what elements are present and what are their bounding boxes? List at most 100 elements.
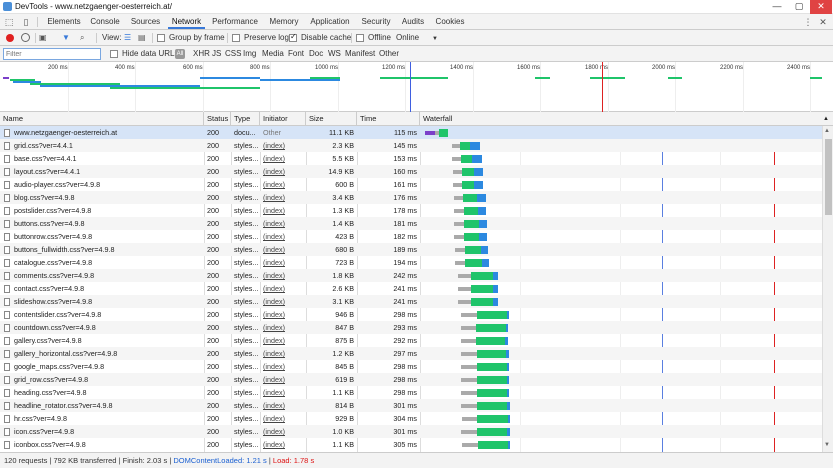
request-initiator[interactable]: (index) [260, 152, 306, 165]
table-scrollbar[interactable]: ▲ ▼ [822, 126, 833, 452]
overview-view-icon[interactable]: ▤ [138, 33, 146, 43]
tab-performance[interactable]: Performance [209, 14, 261, 29]
request-initiator[interactable]: (index) [260, 217, 306, 230]
table-row[interactable]: icon.css?ver=4.9.8 200 styles... (index) 1.0… [0, 425, 822, 438]
request-name[interactable]: postslider.css?ver=4.9.8 [11, 204, 203, 217]
request-initiator[interactable]: (index) [260, 282, 306, 295]
request-initiator[interactable]: (index) [260, 425, 306, 438]
tab-elements[interactable]: Elements [44, 14, 84, 29]
column-header-status[interactable]: Status [204, 112, 231, 126]
request-name[interactable]: layout.css?ver=4.4.1 [11, 165, 203, 178]
more-options-icon[interactable]: ⋮ [803, 17, 813, 27]
table-row[interactable]: comments.css?ver=4.9.8 200 styles... (index… [0, 269, 822, 282]
table-row[interactable]: heading.css?ver=4.9.8 200 styles... (index)… [0, 386, 822, 399]
camera-icon[interactable]: ▣ [39, 33, 47, 43]
disable-cache-checkbox[interactable] [289, 32, 297, 42]
table-row[interactable]: base.css?ver=4.4.1 200 styles... (index) 5.5… [0, 152, 822, 165]
table-row[interactable]: buttonrow.css?ver=4.9.8 200 styles... (inde… [0, 230, 822, 243]
request-name[interactable]: grid_row.css?ver=4.9.8 [11, 373, 203, 386]
tab-memory[interactable]: Memory [265, 14, 303, 29]
table-row[interactable]: grid_row.css?ver=4.9.8 200 styles... (index… [0, 373, 822, 386]
request-name[interactable]: slideshow.css?ver=4.9.8 [11, 295, 203, 308]
column-header-name[interactable]: Name [0, 112, 204, 126]
request-name[interactable]: buttons.css?ver=4.9.8 [11, 217, 203, 230]
filter-all-button[interactable]: All [175, 49, 185, 59]
request-name[interactable]: icon.css?ver=4.9.8 [11, 425, 203, 438]
chevron-down-icon[interactable]: ▼ [432, 34, 438, 44]
column-header-type[interactable]: Type [231, 112, 260, 126]
table-row[interactable]: grid.css?ver=4.4.1 200 styles... (index) 2.3… [0, 139, 822, 152]
hide-data-urls-checkbox[interactable] [110, 50, 118, 58]
filter-img-button[interactable]: Img [243, 49, 256, 59]
request-name[interactable]: iconbox.css?ver=4.9.8 [11, 438, 203, 451]
request-name[interactable]: heading.css?ver=4.9.8 [11, 386, 203, 399]
column-header-time[interactable]: Time [357, 112, 420, 126]
table-row[interactable]: contact.css?ver=4.9.8 200 styles... (index)… [0, 282, 822, 295]
request-name[interactable]: contact.css?ver=4.9.8 [11, 282, 203, 295]
record-icon[interactable] [6, 34, 14, 42]
table-row[interactable]: postslider.css?ver=4.9.8 200 styles... (ind… [0, 204, 822, 217]
inspect-element-icon[interactable]: ⬚ [4, 17, 14, 27]
request-name[interactable]: hr.css?ver=4.9.8 [11, 412, 203, 425]
filter-media-button[interactable]: Media [262, 49, 284, 59]
filter-input[interactable] [3, 48, 101, 60]
request-initiator[interactable]: (index) [260, 438, 306, 451]
clear-icon[interactable] [21, 33, 30, 42]
request-name[interactable]: grid.css?ver=4.4.1 [11, 139, 203, 152]
close-devtools-icon[interactable]: ✕ [818, 17, 828, 27]
minimize-button[interactable]: — [766, 0, 788, 14]
request-name[interactable]: www.netzgaenger-oesterreich.at [11, 126, 203, 139]
table-row[interactable]: blog.css?ver=4.9.8 200 styles... (index) 3.4… [0, 191, 822, 204]
filter-js-button[interactable]: JS [212, 49, 221, 59]
request-name[interactable]: audio-player.css?ver=4.9.8 [11, 178, 203, 191]
column-header-size[interactable]: Size [306, 112, 357, 126]
request-initiator[interactable]: (index) [260, 334, 306, 347]
table-row[interactable]: gallery.css?ver=4.9.8 200 styles... (index)… [0, 334, 822, 347]
request-initiator[interactable]: (index) [260, 347, 306, 360]
filter-font-button[interactable]: Font [288, 49, 304, 59]
request-name[interactable]: comments.css?ver=4.9.8 [11, 269, 203, 282]
device-toolbar-icon[interactable]: ▯ [21, 17, 31, 27]
request-initiator[interactable]: (index) [260, 386, 306, 399]
tab-application[interactable]: Application [307, 14, 353, 29]
filter-manifest-button[interactable]: Manifest [345, 49, 375, 59]
request-initiator[interactable]: (index) [260, 321, 306, 334]
scroll-up-icon[interactable]: ▲ [824, 128, 830, 134]
table-row[interactable]: catalogue.css?ver=4.9.8 200 styles... (inde… [0, 256, 822, 269]
request-initiator[interactable]: (index) [260, 178, 306, 191]
group-by-frame-checkbox[interactable] [157, 34, 165, 42]
request-initiator[interactable]: (index) [260, 373, 306, 386]
table-row[interactable]: headline_rotator.css?ver=4.9.8 200 styles.… [0, 399, 822, 412]
request-initiator[interactable]: (index) [260, 256, 306, 269]
table-row[interactable]: gallery_horizontal.css?ver=4.9.8 200 style… [0, 347, 822, 360]
tab-cookies[interactable]: Cookies [432, 14, 468, 29]
request-initiator[interactable]: (index) [260, 139, 306, 152]
request-name[interactable]: base.css?ver=4.4.1 [11, 152, 203, 165]
table-row[interactable]: google_maps.css?ver=4.9.8 200 styles... (in… [0, 360, 822, 373]
scroll-down-icon[interactable]: ▼ [824, 442, 830, 448]
request-name[interactable]: gallery_horizontal.css?ver=4.9.8 [11, 347, 203, 360]
list-view-icon[interactable]: ☰ [124, 33, 131, 43]
tab-console[interactable]: Console [86, 14, 124, 29]
network-overview[interactable]: 200 ms 400 ms 600 ms 800 ms 1000 ms 1200… [0, 62, 833, 112]
column-header-waterfall[interactable]: Waterfall [420, 112, 822, 126]
request-name[interactable]: countdown.css?ver=4.9.8 [11, 321, 203, 334]
filter-xhr-button[interactable]: XHR [193, 49, 210, 59]
table-row[interactable]: www.netzgaenger-oesterreich.at 200 docu...… [0, 126, 822, 139]
table-row[interactable]: iconbox.css?ver=4.9.8 200 styles... (index)… [0, 438, 822, 451]
scrollbar-thumb[interactable] [825, 139, 832, 215]
request-initiator[interactable]: (index) [260, 243, 306, 256]
request-name[interactable]: google_maps.css?ver=4.9.8 [11, 360, 203, 373]
request-name[interactable]: catalogue.css?ver=4.9.8 [11, 256, 203, 269]
filter-icon[interactable]: ▼ [62, 33, 70, 43]
table-row[interactable]: audio-player.css?ver=4.9.8 200 styles... (i… [0, 178, 822, 191]
request-initiator[interactable]: (index) [260, 191, 306, 204]
request-initiator[interactable]: (index) [260, 204, 306, 217]
request-initiator[interactable]: (index) [260, 412, 306, 425]
tab-security[interactable]: Security [358, 14, 394, 29]
filter-doc-button[interactable]: Doc [309, 49, 323, 59]
request-initiator[interactable]: (index) [260, 308, 306, 321]
tab-sources[interactable]: Sources [127, 14, 164, 29]
filter-ws-button[interactable]: WS [328, 49, 341, 59]
preserve-log-checkbox[interactable] [232, 34, 240, 42]
